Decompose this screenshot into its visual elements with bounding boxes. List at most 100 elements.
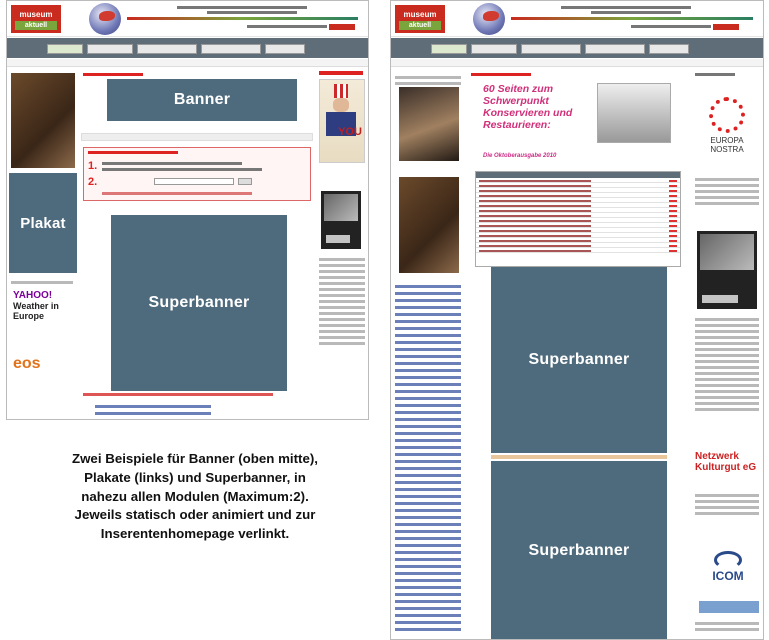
left-sidebar: Plakat YAHOO! Weather in Europe eos [9,71,77,419]
search-submit-button[interactable] [238,178,252,185]
sidebar-text [393,73,463,88]
globe-icon [89,3,121,35]
yahoo-weather-ad[interactable]: YAHOO! Weather in Europe [13,290,75,322]
search-option[interactable] [102,162,242,165]
info-bar [391,59,763,67]
info-bar [7,59,368,67]
header-text [591,11,681,14]
site-header: museum aktuell [391,1,763,37]
header-rule [511,17,753,20]
header-text [207,11,297,14]
sidebar-text [693,175,761,208]
header-text [561,6,691,9]
search-hint [102,192,252,195]
header-links[interactable] [247,25,327,28]
right-site-screenshot: museum aktuell 60 Seiten zum Schwerpunkt… [390,0,764,640]
link-heading[interactable] [83,393,273,396]
search-button[interactable] [713,24,739,30]
nav-bar [7,38,368,58]
section-header [81,133,313,141]
logo-text-top: museum [19,10,53,19]
link-list[interactable] [693,315,761,414]
icom-logo[interactable]: ICOM [695,551,761,583]
caption-line: Zwei Beispiele für Banner (oben mitte), [71,451,319,466]
sidebar-text [9,278,75,287]
left-site-screenshot: museum aktuell Plakat YAHOO! Weather in Eu… [6,0,369,420]
netzwerk-kulturgut-ad[interactable]: Netzwerk Kulturgut eG [695,451,761,473]
nav-tab[interactable] [87,44,133,54]
caption-line: nahezu allen Modulen (Maximum:2). [81,488,309,504]
nav-tab[interactable] [471,44,517,54]
yahoo-title: Weather in Europe [13,301,59,321]
header-text [177,6,307,9]
link-list[interactable] [317,255,367,348]
link-list[interactable] [393,281,463,635]
nav-tab[interactable] [265,44,305,54]
superbanner-ad-placeholder[interactable]: Superbanner [491,267,667,453]
caption-line: Inserentenhomepage verlinkt. [100,526,290,542]
logo-text-top: museum [403,10,437,19]
nav-tab[interactable] [201,44,261,54]
topics-table [475,171,681,267]
nav-tab[interactable] [47,44,83,54]
header-rule [127,17,358,20]
link-list[interactable] [93,401,213,419]
breadcrumb[interactable] [471,73,531,76]
nav-bar [391,38,763,58]
book-ad[interactable] [697,231,757,309]
magazine-subheadline: Die Oktoberausgabe 2010 [483,153,557,159]
magazine-cover[interactable] [597,83,671,143]
eos-logo[interactable]: eos [13,355,41,373]
icom-text: ICOM [712,569,744,583]
nav-tab[interactable] [649,44,689,54]
magazine-headline: 60 Seiten zum Schwerpunkt Konservieren u… [483,83,573,131]
sidebar-text [693,619,761,634]
table-row[interactable] [476,248,680,253]
header-links[interactable] [631,25,711,28]
superbanner-ad-placeholder[interactable]: Superbanner [491,461,667,639]
right-sidebar-label [695,73,735,76]
sidebar-photo-ad[interactable] [399,87,459,161]
uncle-sam-poster[interactable]: YOU [319,79,365,163]
step-one-icon: 1. [88,160,98,172]
book-ad[interactable] [321,191,361,249]
right-sidebar-label [319,71,363,75]
sidebar-photo-ad[interactable] [11,73,75,168]
site-logo[interactable]: museum aktuell [11,5,61,33]
plakat-ad-placeholder[interactable]: Plakat [9,173,77,273]
logo-text-bottom: aktuell [399,21,441,30]
site-header: museum aktuell [7,1,368,37]
nav-tab[interactable] [585,44,645,54]
divider [491,455,667,459]
breadcrumb[interactable] [83,73,143,76]
center-column: Banner 1. 2. Superbanner [81,71,313,419]
search-box: 1. 2. [83,147,311,201]
europa-nostra-logo[interactable]: EUROPA NOSTRA [695,97,759,154]
search-box-title [88,151,178,154]
search-input[interactable] [154,178,234,185]
europa-nostra-text: EUROPA NOSTRA [710,136,744,154]
banner-ad-placeholder[interactable]: Banner [107,79,297,121]
caption-line: Plakate (links) und Superbanner, in [84,469,306,485]
sidebar-photo-ad[interactable] [399,177,459,273]
globe-icon [473,3,505,35]
search-button[interactable] [329,24,355,30]
center-column: 60 Seiten zum Schwerpunkt Konservieren u… [469,71,689,639]
nav-tab[interactable] [431,44,467,54]
partner-badge[interactable] [699,601,759,613]
sidebar-text [693,491,761,518]
figure-caption: Zwei Beispiele für Banner (oben mitte), … [4,450,386,544]
step-two-icon: 2. [88,176,98,188]
yahoo-brand: YAHOO! [13,290,53,301]
nav-tab[interactable] [521,44,581,54]
caption-line: Jeweils statisch oder animiert und zur [74,507,316,523]
composite-figure: museum aktuell Plakat YAHOO! Weather in Eu… [0,0,769,640]
right-sidebar: YOU [317,71,367,419]
superbanner-ad-placeholder[interactable]: Superbanner [111,215,287,391]
logo-text-bottom: aktuell [15,21,57,30]
nav-tab[interactable] [137,44,197,54]
search-option[interactable] [102,168,262,171]
site-logo[interactable]: museum aktuell [395,5,445,33]
left-sidebar [393,71,465,639]
poster-text: YOU [338,126,362,138]
